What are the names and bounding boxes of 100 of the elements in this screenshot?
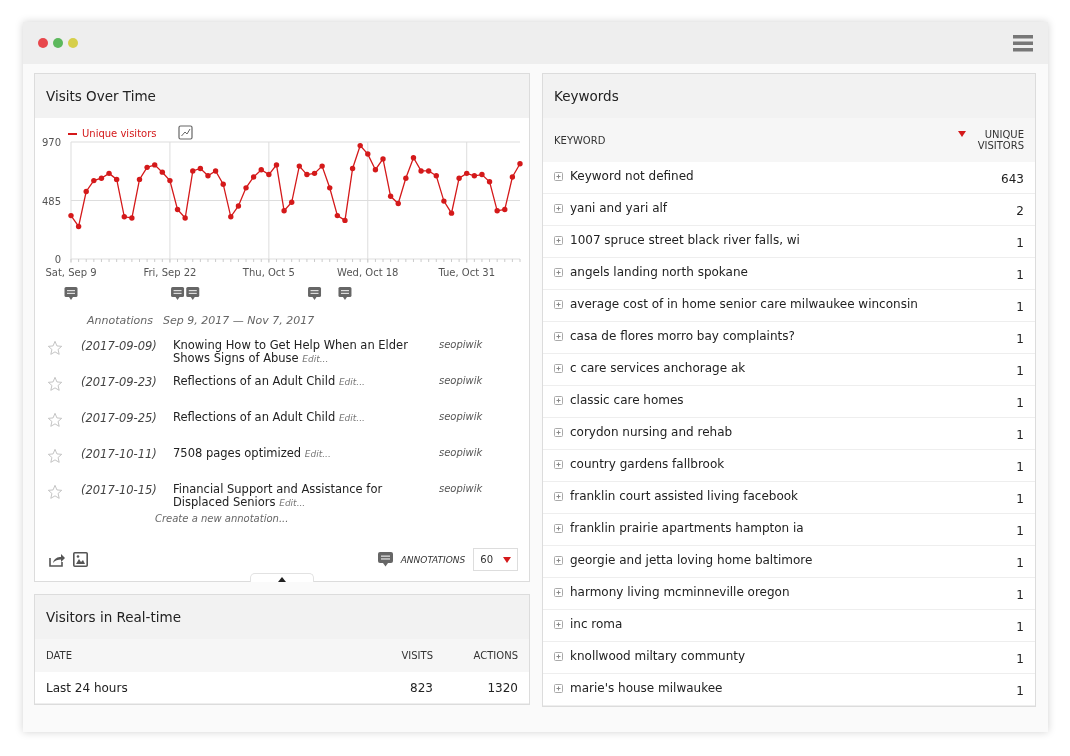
- keyword-label[interactable]: marie's house milwaukee: [570, 681, 723, 695]
- edit-link[interactable]: Edit...: [338, 413, 365, 423]
- annotation-marker-icon[interactable]: [186, 287, 200, 300]
- expand-icon[interactable]: [554, 683, 563, 693]
- column-header[interactable]: VISITS: [343, 650, 433, 661]
- star-icon[interactable]: [47, 376, 63, 392]
- keyword-label[interactable]: average cost of in home senior care milwaukee winconsin: [570, 297, 918, 311]
- data-point[interactable]: [433, 173, 439, 179]
- expand-icon[interactable]: [554, 619, 563, 629]
- data-point[interactable]: [494, 208, 500, 214]
- data-point[interactable]: [167, 177, 173, 184]
- export-icon[interactable]: [49, 552, 66, 567]
- data-point[interactable]: [98, 175, 105, 181]
- keyword-label[interactable]: georgie and jetta loving home baltimore: [570, 553, 813, 567]
- data-point[interactable]: [327, 185, 333, 191]
- expand-icon[interactable]: [554, 395, 563, 405]
- edit-link[interactable]: Edit...: [304, 449, 331, 459]
- column-header[interactable]: UNIQUE VISITORS: [958, 129, 1024, 151]
- expand-icon[interactable]: [554, 171, 563, 181]
- star-icon[interactable]: [47, 448, 63, 464]
- expand-icon[interactable]: [554, 651, 563, 661]
- data-point[interactable]: [380, 156, 386, 162]
- data-point[interactable]: [387, 193, 394, 199]
- expand-icon[interactable]: [554, 427, 563, 437]
- data-point[interactable]: [281, 208, 287, 214]
- data-point[interactable]: [190, 168, 196, 174]
- keyword-label[interactable]: corydon nursing and rehab: [570, 425, 733, 439]
- expand-icon[interactable]: [554, 587, 563, 597]
- data-point[interactable]: [395, 200, 401, 207]
- data-point[interactable]: [182, 215, 188, 221]
- keyword-label[interactable]: angels landing north spokane: [570, 265, 748, 279]
- expand-icon[interactable]: [554, 299, 563, 309]
- chart-legend[interactable]: Unique visitors: [68, 128, 157, 139]
- data-point[interactable]: [205, 173, 211, 179]
- expand-icon[interactable]: [554, 363, 563, 373]
- data-point[interactable]: [258, 167, 264, 173]
- data-point[interactable]: [144, 164, 150, 171]
- keyword-label[interactable]: inc roma: [570, 617, 623, 631]
- data-point[interactable]: [152, 162, 158, 168]
- data-point[interactable]: [75, 223, 82, 230]
- edit-link[interactable]: Edit...: [338, 377, 365, 387]
- expand-icon[interactable]: [554, 555, 563, 565]
- keyword-label[interactable]: harmony living mcminneville oregon: [570, 585, 790, 599]
- data-point[interactable]: [296, 163, 302, 169]
- data-point[interactable]: [334, 212, 341, 219]
- data-point[interactable]: [319, 163, 325, 169]
- expand-icon[interactable]: [554, 203, 563, 213]
- data-point[interactable]: [106, 170, 112, 177]
- data-point[interactable]: [243, 185, 249, 191]
- chart-type-icon[interactable]: [178, 125, 193, 140]
- data-point[interactable]: [403, 175, 409, 181]
- annotation-marker-icon[interactable]: [171, 287, 185, 300]
- data-point[interactable]: [289, 199, 295, 205]
- data-point[interactable]: [174, 206, 181, 213]
- image-icon[interactable]: [73, 552, 88, 567]
- keyword-label[interactable]: c care services anchorage ak: [570, 361, 746, 375]
- data-point[interactable]: [212, 168, 219, 174]
- expand-icon[interactable]: [554, 459, 563, 469]
- data-point[interactable]: [121, 214, 127, 220]
- data-point[interactable]: [304, 171, 310, 178]
- menu-icon[interactable]: [1013, 34, 1033, 52]
- star-icon[interactable]: [47, 412, 63, 428]
- edit-link[interactable]: Edit...: [279, 498, 306, 508]
- keyword-label[interactable]: franklin prairie apartments hampton ia: [570, 521, 804, 535]
- data-point[interactable]: [220, 181, 226, 187]
- data-point[interactable]: [273, 162, 280, 168]
- data-point[interactable]: [426, 168, 432, 174]
- annotation-icon[interactable]: [377, 552, 393, 567]
- expand-icon[interactable]: [554, 491, 563, 501]
- data-point[interactable]: [342, 217, 348, 224]
- expand-icon[interactable]: [554, 267, 563, 277]
- data-point[interactable]: [448, 210, 455, 216]
- data-point[interactable]: [91, 177, 97, 184]
- column-header[interactable]: KEYWORD: [554, 134, 606, 146]
- window-control-dot[interactable]: [38, 38, 48, 48]
- window-control-dot[interactable]: [53, 38, 63, 48]
- data-point[interactable]: [197, 165, 204, 172]
- data-point[interactable]: [159, 169, 165, 175]
- data-point[interactable]: [410, 155, 417, 161]
- data-point[interactable]: [502, 206, 508, 213]
- annotation-marker-icon[interactable]: [64, 287, 78, 300]
- column-header[interactable]: ACTIONS: [433, 650, 518, 661]
- star-icon[interactable]: [47, 484, 63, 500]
- data-point[interactable]: [456, 175, 462, 181]
- expand-icon[interactable]: [554, 331, 563, 341]
- keyword-label[interactable]: franklin court assisted living facebook: [570, 489, 799, 503]
- keyword-label[interactable]: casa de flores morro bay complaints?: [570, 329, 795, 343]
- data-point[interactable]: [68, 212, 74, 219]
- keyword-label[interactable]: 1007 spruce street black river falls, wi: [570, 233, 800, 247]
- data-point[interactable]: [365, 151, 371, 157]
- keyword-label[interactable]: country gardens fallbrook: [570, 457, 725, 471]
- keyword-label[interactable]: yani and yari alf: [570, 201, 668, 215]
- annotation-marker-icon[interactable]: [338, 287, 352, 300]
- data-point[interactable]: [311, 170, 318, 177]
- data-point[interactable]: [479, 171, 485, 178]
- data-point[interactable]: [266, 171, 272, 178]
- data-point[interactable]: [250, 174, 257, 180]
- data-point[interactable]: [235, 203, 242, 209]
- data-point[interactable]: [517, 161, 523, 167]
- data-point[interactable]: [357, 142, 363, 149]
